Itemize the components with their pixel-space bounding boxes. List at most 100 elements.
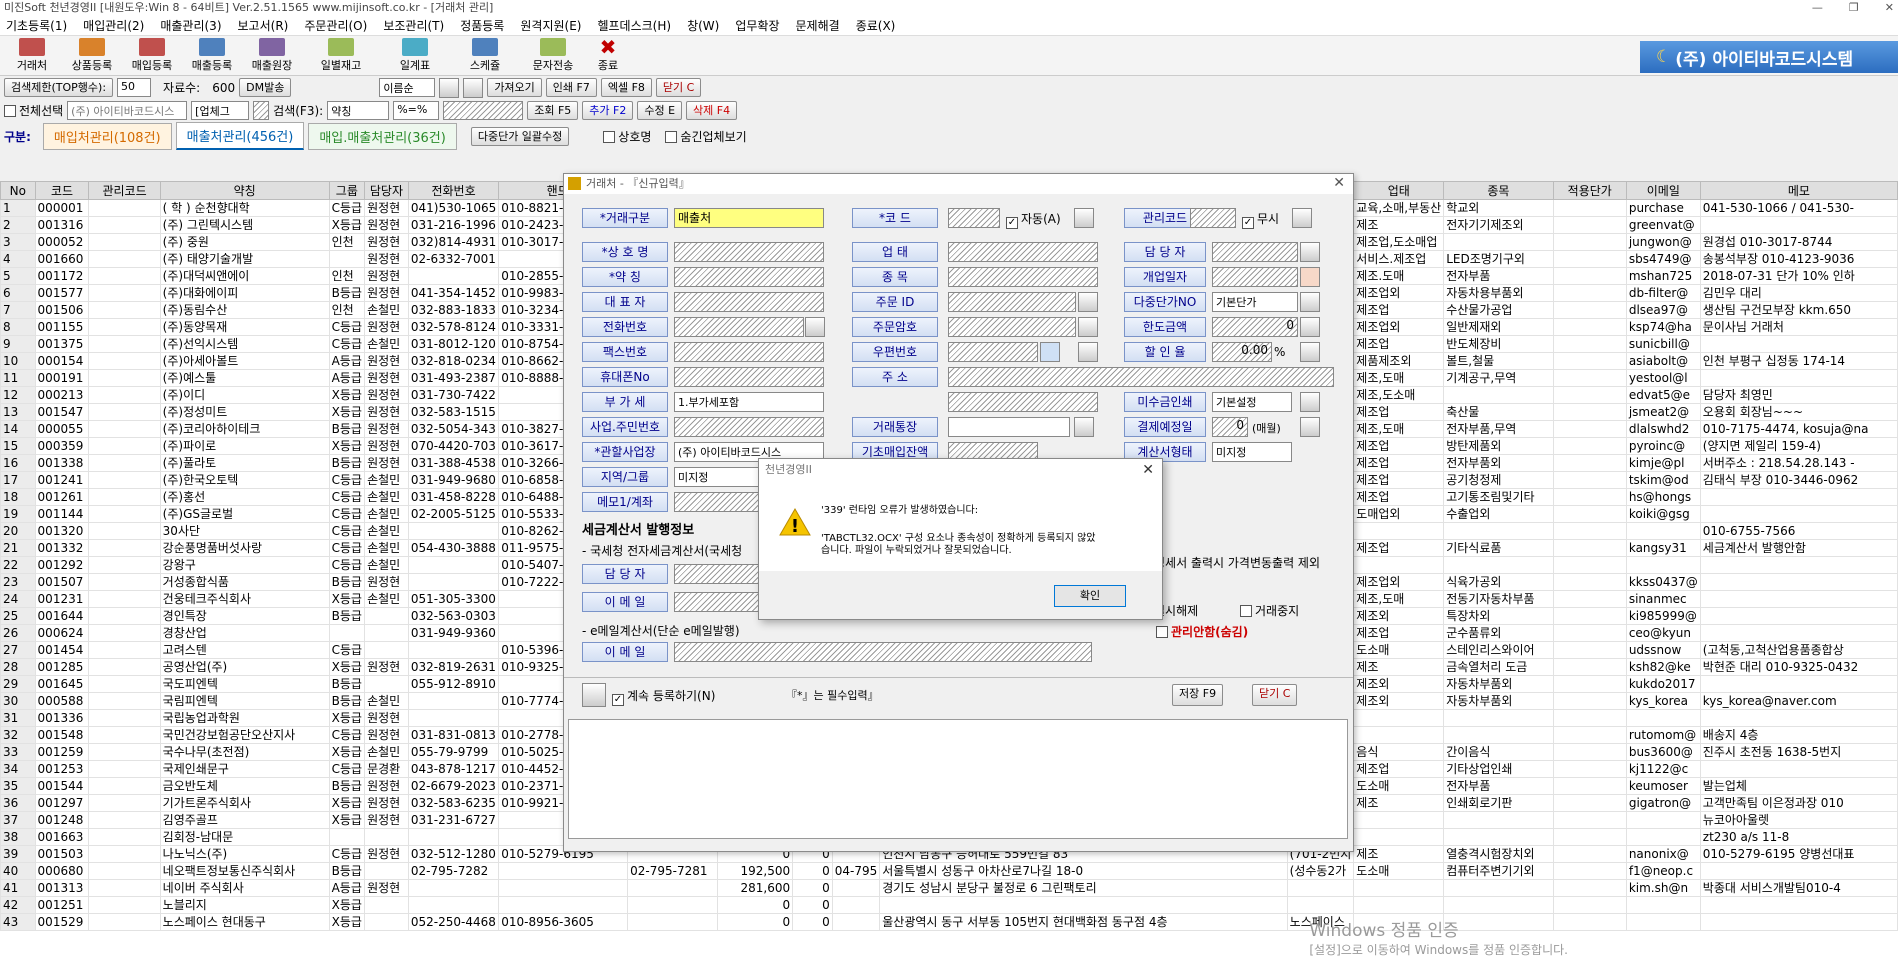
toolbar-button-product[interactable]: 상품등록: [62, 36, 122, 73]
tax-manager-input[interactable]: [674, 564, 764, 584]
tab-purchase[interactable]: 매입처관리(108건): [42, 122, 172, 150]
messagebox-close-icon[interactable]: ✕: [1142, 459, 1154, 481]
toolbar-button-client[interactable]: 거래처: [2, 36, 62, 73]
manager-input[interactable]: [1212, 242, 1298, 262]
column-header[interactable]: No: [0, 181, 36, 200]
column-header[interactable]: 담당자: [364, 181, 409, 200]
table-row[interactable]: 43 001529 노스페이스 현대동구 X등급 052-250-4468 010-895…: [0, 913, 1898, 931]
menu-item-extend[interactable]: 업무확장: [735, 17, 779, 34]
bank-button[interactable]: [1074, 417, 1094, 437]
query-button[interactable]: 조회 F5: [527, 101, 579, 120]
discount-button[interactable]: [1300, 342, 1320, 362]
toolbar-button-sales[interactable]: 매출등록: [182, 36, 242, 73]
type-select[interactable]: 매출처: [674, 208, 824, 228]
menu-item-helpdesk[interactable]: 헬프데스크(H): [597, 17, 671, 34]
close-list-button[interactable]: 닫기 C: [655, 78, 702, 97]
menu-item-troubleshoot[interactable]: 문제해결: [796, 17, 840, 34]
ceo-input[interactable]: [674, 292, 824, 312]
company-select[interactable]: (주) 아이티바코드시스: [67, 101, 188, 120]
biz-type-input[interactable]: [948, 242, 1098, 262]
toolbar-button-sms[interactable]: 문자전송: [520, 36, 586, 73]
fetch-button[interactable]: 가져오기: [487, 78, 542, 97]
toolbar-button-daily[interactable]: 일계표: [380, 36, 450, 73]
toolbar-button-exit[interactable]: ✖ 종료: [586, 36, 630, 73]
dm-send-button[interactable]: DM발송: [239, 78, 292, 97]
address-detail-input[interactable]: [948, 392, 1098, 412]
close-window-icon[interactable]: ✕: [1885, 1, 1894, 14]
tax-email-input[interactable]: [674, 592, 764, 612]
restore-icon[interactable]: ❐: [1849, 1, 1859, 14]
menu-item-license[interactable]: 정품등록: [460, 17, 504, 34]
open-date-input[interactable]: [1212, 267, 1298, 287]
edit-button[interactable]: 수정 E: [637, 101, 683, 120]
invoice-type-select[interactable]: 미지정: [1212, 442, 1292, 462]
credit-limit-input[interactable]: 0: [1212, 317, 1298, 337]
toolbar-button-ledger[interactable]: 매출원장: [242, 36, 302, 73]
toolbar-button-stock[interactable]: 일별재고: [302, 36, 380, 73]
toolbar-button-schedule[interactable]: 스케쥴: [450, 36, 520, 73]
settle-day-button[interactable]: [1300, 417, 1320, 437]
dialog-close-icon[interactable]: ✕: [1333, 174, 1345, 193]
name-input[interactable]: [674, 242, 824, 262]
menu-item-remote[interactable]: 원격지원(E): [520, 17, 581, 34]
select-all-checkbox[interactable]: 전체선택: [4, 102, 63, 119]
auto-code-checkbox[interactable]: ✓ 자동(A): [1006, 210, 1061, 229]
column-header[interactable]: 약칭: [159, 181, 330, 200]
search-limit-input[interactable]: 50: [117, 78, 152, 97]
phone-input[interactable]: [674, 317, 804, 337]
continue-checkbox[interactable]: ✓ 계속 등록하기(N): [612, 687, 715, 706]
settle-day-input[interactable]: 0: [1212, 417, 1248, 437]
memo-textarea[interactable]: [568, 719, 1348, 839]
bizno-input[interactable]: [674, 417, 824, 437]
column-header[interactable]: 전화번호: [407, 181, 500, 200]
zip-clear-button[interactable]: [1078, 342, 1098, 362]
unpaid-print-button[interactable]: [1300, 392, 1320, 412]
table-row[interactable]: 40 000680 네오팩트정보통신주식회사 B등급 02-795-7282 02-795…: [0, 862, 1898, 880]
ok-button[interactable]: 확인: [1054, 585, 1126, 607]
discount-input[interactable]: 0.00: [1212, 342, 1272, 362]
order-id-input[interactable]: [948, 292, 1076, 312]
menu-item-exit[interactable]: 종료(X): [856, 17, 896, 34]
zip-input[interactable]: [948, 342, 1038, 362]
search-field-select[interactable]: 약칭: [327, 101, 390, 120]
opt-show-hidden[interactable]: 숨긴업체보기: [665, 128, 747, 145]
mgmt-code-button[interactable]: [1292, 208, 1312, 228]
code-search-button[interactable]: [1074, 208, 1094, 228]
tab-sales[interactable]: 매출처관리(456건): [175, 122, 305, 150]
manager-button[interactable]: [1300, 242, 1320, 262]
phone-dropdown-button[interactable]: [805, 317, 825, 337]
excel-button[interactable]: 엑셀 F8: [600, 78, 652, 97]
code-input[interactable]: [948, 208, 1000, 228]
table-row[interactable]: 41 001313 네이버 주식회사 A등급 원정현 281,600 0 경기도 성남시 분당…: [0, 879, 1898, 897]
multi-price-select[interactable]: 기본단가: [1212, 292, 1298, 312]
save-button[interactable]: 저장 F9: [1172, 684, 1224, 706]
category-search-button[interactable]: [253, 101, 270, 120]
menu-item-report[interactable]: 보고서(R): [238, 17, 289, 34]
column-header[interactable]: 코드: [34, 181, 90, 200]
minimize-icon[interactable]: —: [1812, 1, 1823, 14]
search-operator-select[interactable]: %=%: [393, 101, 440, 120]
sort-desc-button[interactable]: [463, 77, 484, 98]
menu-item-order[interactable]: 주문관리(O): [304, 17, 367, 34]
print-button[interactable]: 인쇄 F7: [545, 78, 597, 97]
stop-trade-checkbox[interactable]: 거래중지: [1240, 602, 1299, 619]
unpaid-print-select[interactable]: 기본설정: [1212, 392, 1292, 412]
address-input[interactable]: [948, 367, 1334, 387]
sort-select[interactable]: 이름순: [379, 78, 436, 97]
tab-both[interactable]: 매입.매출처관리(36건): [308, 122, 457, 150]
fax-input[interactable]: [674, 342, 824, 362]
opt-company-name[interactable]: 상호명: [603, 128, 651, 145]
pin-icon[interactable]: [582, 683, 606, 707]
calendar-button-icon[interactable]: [1300, 267, 1320, 287]
vat-select[interactable]: 1.부가세포함: [674, 392, 824, 412]
sort-button[interactable]: [439, 77, 460, 98]
hide-checkbox[interactable]: 관리안함(숨김): [1156, 623, 1248, 640]
dialog-close-button[interactable]: 닫기 C: [1252, 684, 1298, 706]
menu-item-aux[interactable]: 보조관리(T): [383, 17, 444, 34]
delete-button[interactable]: 삭제 F4: [686, 101, 738, 120]
multi-price-button[interactable]: [1300, 292, 1320, 312]
column-header[interactable]: 메모: [1699, 181, 1898, 200]
ignore-checkbox[interactable]: ✓ 무시: [1242, 210, 1279, 229]
order-pw-input[interactable]: [948, 317, 1076, 337]
biz-item-input[interactable]: [948, 267, 1098, 287]
